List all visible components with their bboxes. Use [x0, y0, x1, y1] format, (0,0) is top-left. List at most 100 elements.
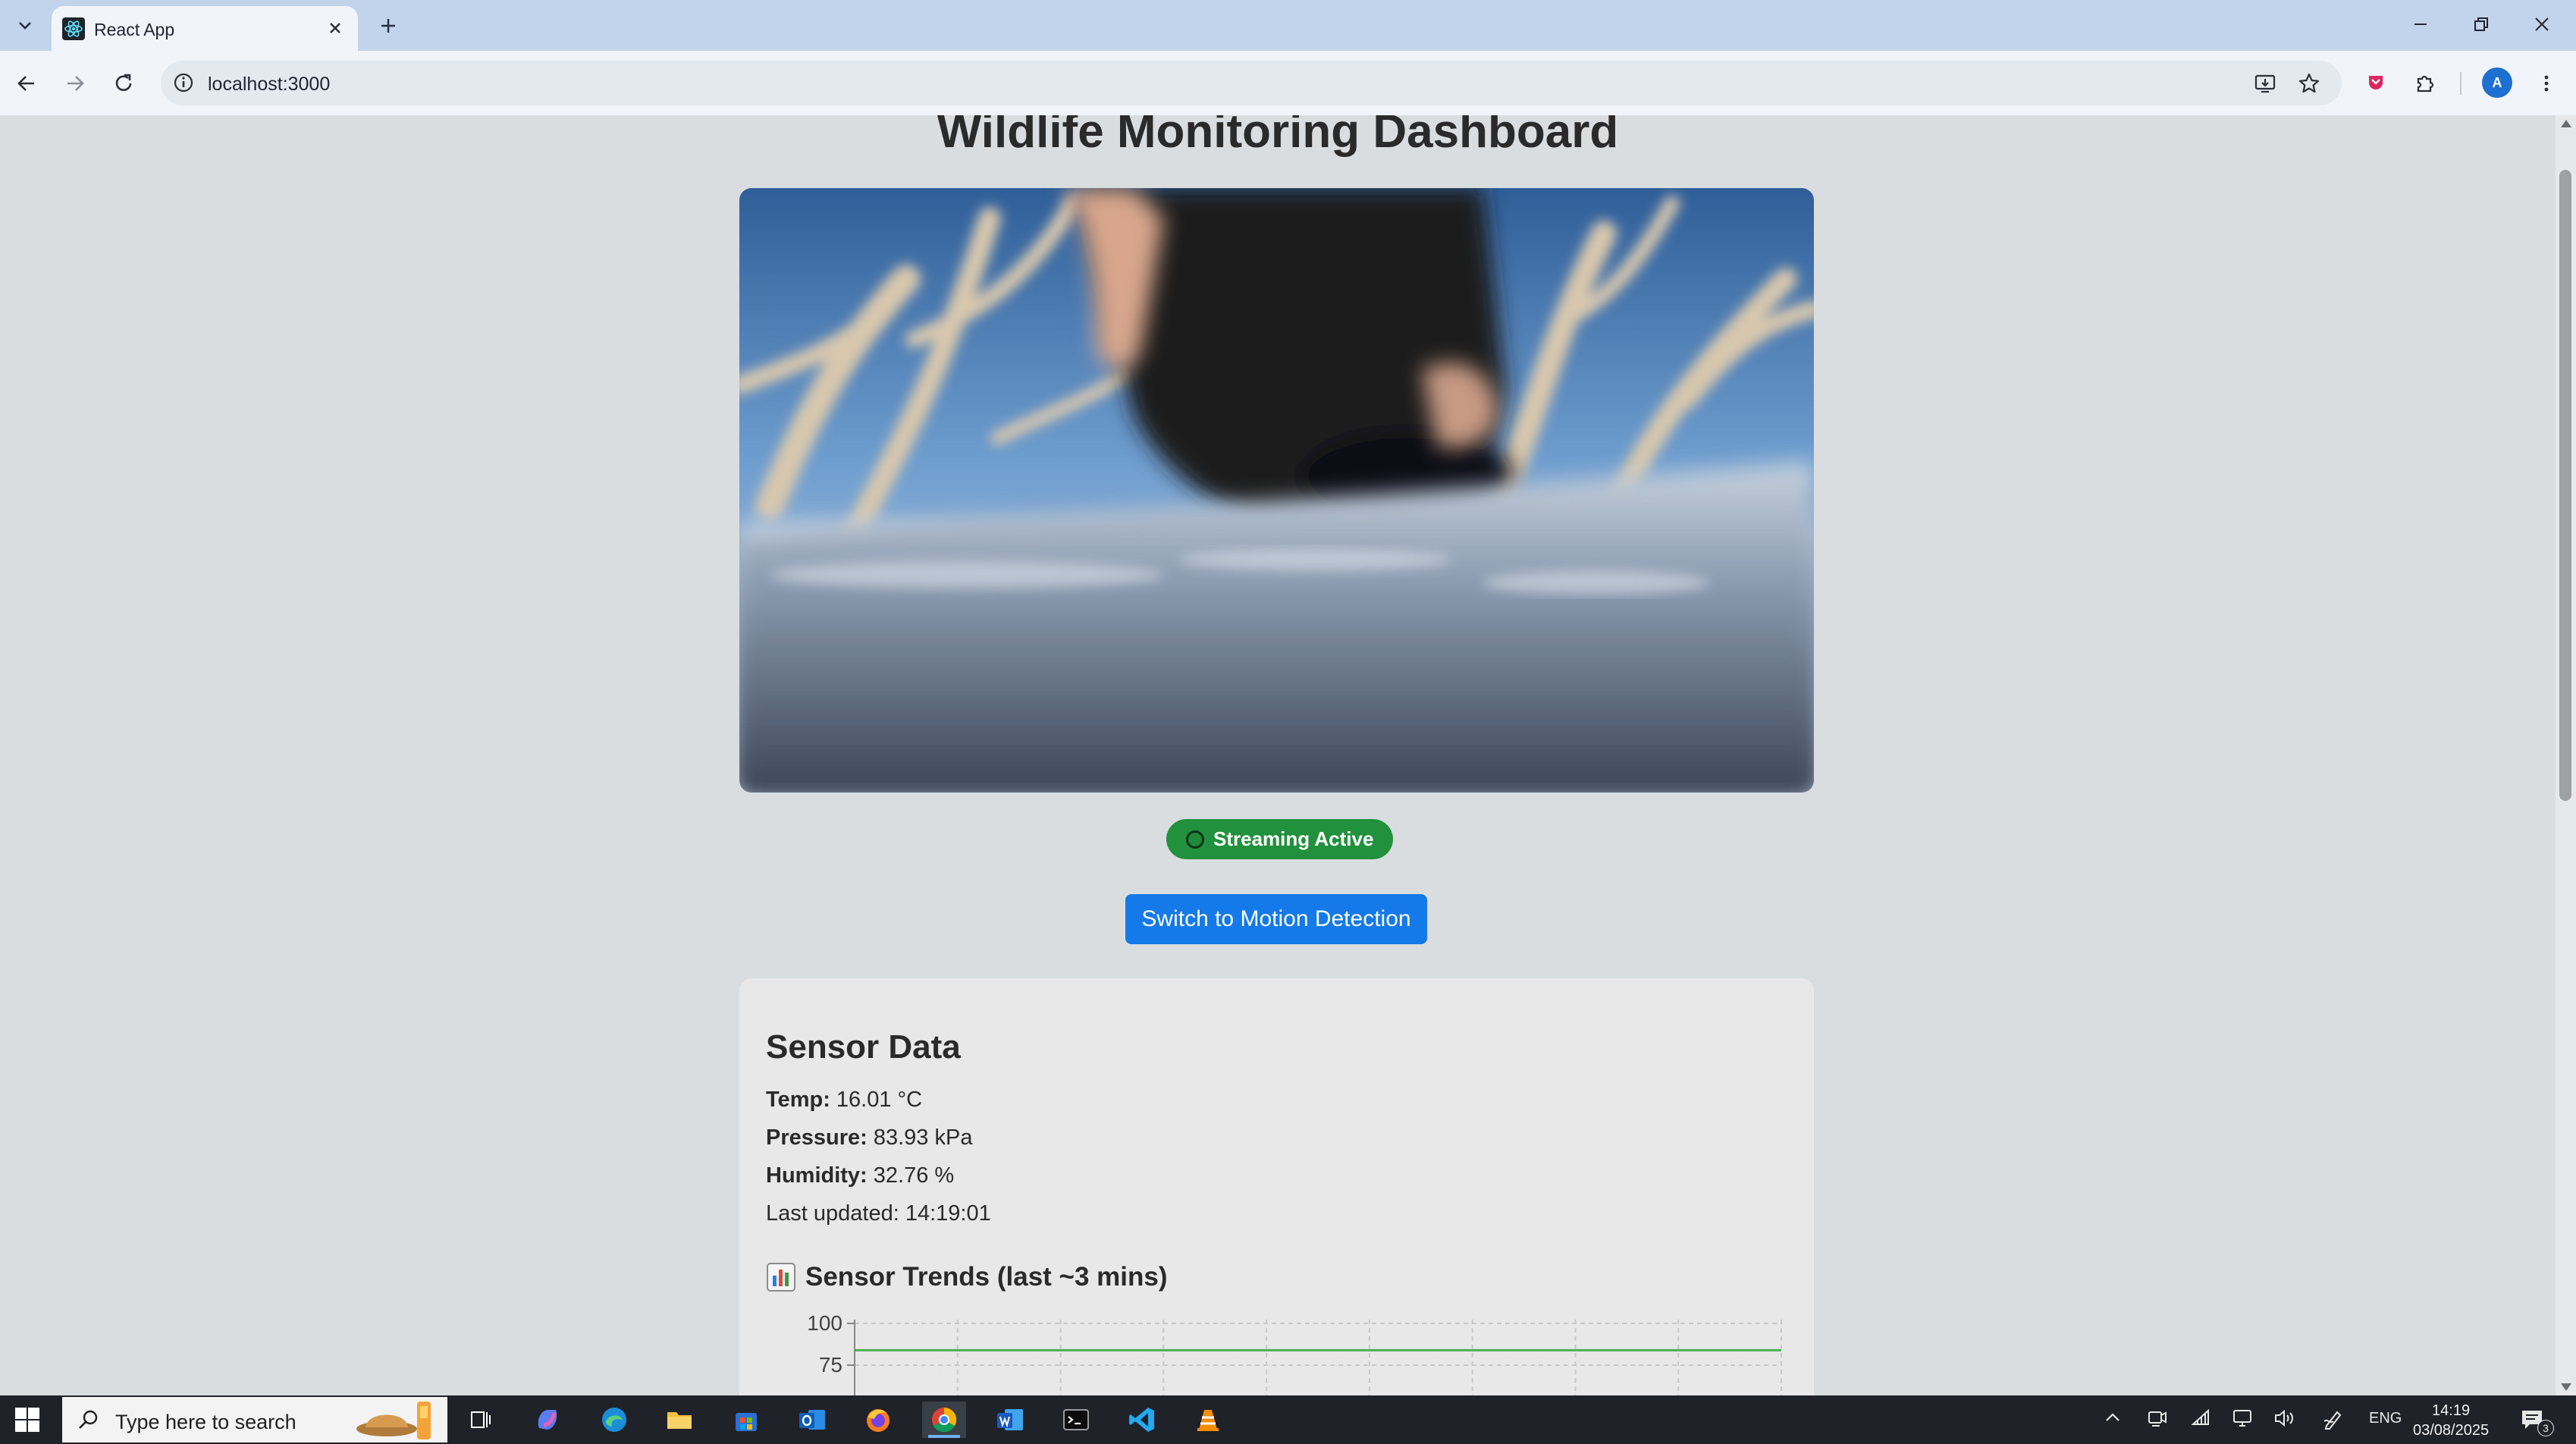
taskbar-file-explorer[interactable]: [657, 1402, 701, 1438]
humidity-value: 32.76 %: [867, 1163, 955, 1188]
scroll-up-arrow[interactable]: [2561, 120, 2571, 127]
notification-center-button[interactable]: 3: [2519, 1406, 2554, 1436]
page-viewport: Wildlife Monitoring Dashboard Streaming …: [0, 115, 2556, 1395]
minimize-button[interactable]: [2398, 8, 2443, 41]
plus-icon: [381, 19, 395, 33]
info-icon[interactable]: [170, 69, 197, 96]
taskbar-vlc[interactable]: [1186, 1402, 1230, 1438]
last-updated: Last updated: 14:19:01: [766, 1201, 991, 1226]
taskbar-clock[interactable]: 14:19 03/08/2025: [2413, 1401, 2489, 1440]
copilot-icon: [538, 1410, 557, 1430]
y-tick-label-0: 100: [807, 1312, 842, 1335]
camera-stream-image: [739, 188, 1814, 793]
humidity-label: Humidity:: [766, 1163, 868, 1188]
chevron-up-icon[interactable]: [2103, 1408, 2123, 1427]
pressure-label: Pressure:: [766, 1125, 868, 1150]
react-icon: [62, 17, 85, 40]
tab-search-button[interactable]: [9, 9, 41, 41]
taskbar-chrome[interactable]: [922, 1402, 966, 1438]
extension-icon: [2369, 76, 2383, 89]
pressure-value: 83.93 kPa: [867, 1125, 973, 1150]
taskbar-copilot[interactable]: [526, 1402, 569, 1438]
taskbar-store[interactable]: [724, 1402, 768, 1438]
address-bar[interactable]: localhost:3000: [161, 61, 2342, 105]
sensor-trend-chart: 100 75: [807, 1312, 1782, 1395]
extension-button[interactable]: [2358, 66, 2393, 101]
browser-menu-button[interactable]: [2529, 66, 2564, 101]
meet-now-icon[interactable]: [2146, 1408, 2167, 1429]
page-title: Wildlife Monitoring Dashboard: [937, 115, 1619, 158]
chevron-down-icon: [19, 22, 31, 30]
search-placeholder: Type here to search: [115, 1411, 297, 1433]
language-indicator[interactable]: ENG: [2369, 1410, 2402, 1427]
sensor-card: Sensor Data Temp: 16.01 °C Pressure: 83.…: [739, 978, 1814, 1395]
task-view-button[interactable]: [459, 1402, 503, 1438]
search-icon: [79, 1410, 98, 1429]
wifi-icon[interactable]: [2190, 1408, 2211, 1429]
star-icon: [2298, 73, 2320, 93]
scroll-thumb[interactable]: [2559, 170, 2571, 801]
edge-icon: [602, 1408, 626, 1432]
active-tab[interactable]: React App: [52, 6, 358, 51]
temp-value: 16.01 °C: [830, 1088, 923, 1112]
reload-button[interactable]: [106, 66, 141, 101]
close-icon: [330, 23, 340, 33]
clock-date: 03/08/2025: [2413, 1422, 2490, 1439]
reload-icon: [115, 74, 132, 91]
forward-icon: [67, 76, 84, 91]
search-highlight-icon: [356, 1402, 431, 1439]
task-view-icon: [471, 1411, 491, 1428]
taskbar-vscode[interactable]: [1120, 1402, 1164, 1438]
store-icon: [736, 1413, 757, 1431]
restore-button[interactable]: [2458, 8, 2504, 41]
chart-icon: [767, 1263, 795, 1292]
y-tick-label-1: 75: [819, 1353, 842, 1377]
browser-tab-bar: React App: [0, 0, 2576, 51]
taskbar-edge[interactable]: [592, 1402, 636, 1438]
trends-title: Sensor Trends (last ~3 mins): [766, 1262, 1168, 1292]
scroll-down-arrow[interactable]: [2561, 1383, 2571, 1391]
profile-avatar[interactable]: A: [2482, 67, 2512, 98]
vscode-icon: [1129, 1408, 1154, 1432]
windows-icon[interactable]: [14, 1406, 41, 1433]
extensions-menu-button[interactable]: [2408, 66, 2443, 101]
status-text: Streaming Active: [1213, 827, 1374, 850]
status-badge: Streaming Active: [1166, 819, 1394, 859]
restore-icon: [2474, 17, 2488, 31]
firefox-icon: [867, 1409, 890, 1432]
minimize-icon: [2414, 24, 2427, 25]
windows-taskbar: Type here to search ENG 14:19 03/08/2025…: [0, 1395, 2576, 1444]
pen-icon[interactable]: [2322, 1408, 2345, 1430]
new-tab-button[interactable]: [372, 9, 405, 42]
tab-title: React App: [94, 20, 175, 39]
toolbar-separator: [2460, 72, 2461, 95]
back-icon: [17, 76, 34, 91]
terminal-icon: [1063, 1409, 1089, 1430]
folder-icon: [667, 1412, 692, 1429]
trends-title-text: Sensor Trends (last ~3 mins): [805, 1262, 1168, 1292]
install-app-button[interactable]: [2251, 70, 2279, 97]
taskbar-word[interactable]: [988, 1402, 1032, 1438]
volume-icon[interactable]: [2273, 1408, 2296, 1429]
switch-mode-button[interactable]: Switch to Motion Detection: [1125, 894, 1427, 944]
taskbar-outlook[interactable]: [790, 1402, 834, 1438]
word-icon: [997, 1409, 1023, 1430]
pressure-reading: Pressure: 83.93 kPa: [766, 1125, 972, 1150]
menu-icon: [2544, 75, 2549, 92]
taskbar-firefox[interactable]: [856, 1402, 900, 1438]
bookmark-button[interactable]: [2295, 70, 2323, 97]
page-scrollbar[interactable]: [2556, 115, 2576, 1395]
close-window-button[interactable]: [2519, 8, 2565, 41]
close-tab-button[interactable]: [322, 14, 349, 42]
temp-label: Temp:: [766, 1088, 830, 1112]
puzzle-icon: [2417, 75, 2434, 93]
taskbar-terminal[interactable]: [1054, 1402, 1098, 1438]
display-icon[interactable]: [2232, 1408, 2253, 1429]
temp-reading: Temp: 16.01 °C: [766, 1088, 922, 1113]
url-text[interactable]: localhost:3000: [208, 74, 330, 96]
taskbar-search-box[interactable]: Type here to search: [62, 1397, 447, 1442]
forward-button[interactable]: [58, 66, 93, 101]
vlc-icon: [1197, 1410, 1219, 1431]
back-button[interactable]: [9, 66, 44, 101]
sensor-card-title: Sensor Data: [766, 1028, 961, 1066]
